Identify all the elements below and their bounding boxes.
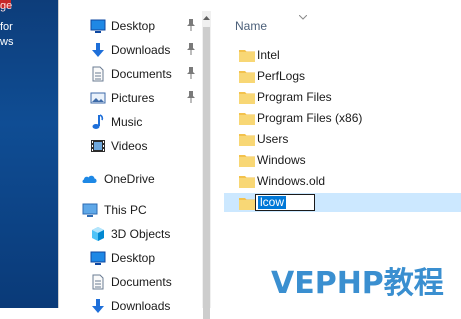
onedrive-icon — [81, 171, 97, 187]
documents-icon — [90, 274, 106, 290]
downloads-icon — [90, 42, 106, 58]
desktop-text-line-3: ws — [0, 36, 14, 48]
folder-icon — [239, 48, 255, 62]
scrollbar-thumb[interactable] — [203, 27, 210, 319]
nav-item-music[interactable]: Music — [59, 110, 214, 134]
file-name: Intel — [257, 48, 280, 62]
scroll-up-arrow-icon[interactable] — [203, 11, 210, 20]
nav-item-label: Desktop — [111, 19, 156, 33]
this-pc-icon — [82, 202, 98, 218]
pin-icon[interactable] — [185, 18, 197, 32]
3d-objects-icon — [90, 226, 106, 242]
pictures-icon — [90, 90, 106, 106]
folder-icon — [239, 90, 255, 104]
file-row-perflogs[interactable]: PerfLogs — [224, 66, 461, 87]
folder-icon — [239, 111, 255, 125]
nav-item-label: Documents — [111, 275, 172, 289]
desktop-folder-icon — [90, 250, 106, 266]
pin-icon[interactable] — [185, 90, 197, 104]
file-name: Users — [257, 132, 289, 146]
nav-item-this-pc-desktop[interactable]: Desktop — [59, 246, 214, 270]
nav-item-pictures[interactable]: Pictures — [59, 86, 214, 110]
desktop-folder-icon — [90, 18, 106, 34]
file-row-users[interactable]: Users — [224, 129, 461, 150]
documents-icon — [90, 66, 106, 82]
watermark-text: VEPHP教程 — [271, 266, 444, 301]
folder-icon — [239, 69, 255, 83]
desktop-text-line-2: for — [0, 21, 13, 33]
nav-item-label: This PC — [104, 203, 147, 217]
folder-icon — [239, 174, 255, 188]
nav-item-label: OneDrive — [104, 172, 155, 186]
music-icon — [90, 114, 106, 130]
file-row-program-files-x86[interactable]: Program Files (x86) — [224, 108, 461, 129]
file-name: PerfLogs — [257, 69, 306, 83]
nav-item-this-pc-documents[interactable]: Documents — [59, 270, 214, 294]
nav-item-videos[interactable]: Videos — [59, 134, 214, 158]
folder-icon — [239, 196, 255, 210]
file-name: Program Files (x86) — [257, 111, 363, 125]
file-row-program-files[interactable]: Program Files — [224, 87, 461, 108]
videos-icon — [90, 138, 106, 154]
rename-input[interactable]: lcow — [255, 194, 315, 211]
nav-item-label: Downloads — [111, 299, 171, 313]
nav-item-label: Music — [111, 115, 143, 129]
downloads-icon — [90, 298, 106, 314]
nav-scrollbar[interactable] — [202, 11, 211, 319]
nav-item-desktop[interactable]: Desktop — [59, 14, 214, 38]
folder-icon — [239, 132, 255, 146]
file-row-intel[interactable]: Intel — [224, 45, 461, 66]
folder-icon — [239, 153, 255, 167]
desktop-text-line-1: ge — [0, 0, 13, 12]
desktop-background: ge for ws — [0, 0, 58, 308]
nav-item-label: Pictures — [111, 91, 155, 105]
column-header-name[interactable]: Name — [224, 14, 461, 37]
file-row-windows[interactable]: Windows — [224, 150, 461, 171]
nav-item-documents[interactable]: Documents — [59, 62, 214, 86]
pin-icon[interactable] — [185, 42, 197, 56]
navigation-pane: Desktop Downloads Documents Pictures Mus… — [59, 0, 214, 319]
nav-item-label: Desktop — [111, 251, 156, 265]
pin-icon[interactable] — [185, 66, 197, 80]
file-name: Program Files — [257, 90, 332, 104]
nav-item-this-pc-downloads[interactable]: Downloads — [59, 294, 214, 318]
sort-chevron-icon — [298, 10, 308, 20]
rename-selected-text: lcow — [258, 195, 287, 209]
nav-item-label: Downloads — [111, 43, 171, 57]
nav-item-label: 3D Objects — [111, 227, 171, 241]
nav-item-label: Videos — [111, 139, 148, 153]
nav-item-3d-objects[interactable]: 3D Objects — [59, 222, 214, 246]
nav-item-label: Documents — [111, 67, 172, 81]
nav-item-this-pc[interactable]: This PC — [59, 198, 214, 222]
column-header-label: Name — [235, 19, 268, 33]
file-row-renaming[interactable]: lcow — [224, 193, 461, 212]
file-row-windows-old[interactable]: Windows.old — [224, 171, 461, 192]
file-name: Windows — [257, 153, 306, 167]
nav-item-downloads[interactable]: Downloads — [59, 38, 214, 62]
file-name: Windows.old — [257, 174, 326, 188]
nav-item-onedrive[interactable]: OneDrive — [59, 167, 214, 191]
